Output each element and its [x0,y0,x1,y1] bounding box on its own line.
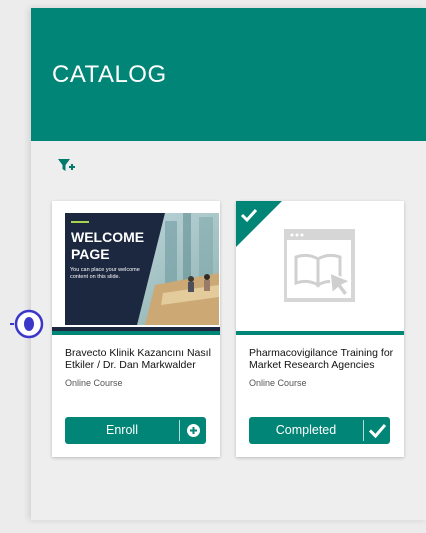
course-title[interactable]: Bravecto Klinik Kazancını Nasıl Etkiler … [65,347,217,371]
course-card[interactable]: Pharmacovigilance Training for Market Re… [236,201,404,457]
course-title[interactable]: Pharmacovigilance Training for Market Re… [249,347,401,371]
enroll-button[interactable]: Enroll [65,417,206,444]
course-card[interactable]: WELCOME PAGE You can place your welcome … [52,201,220,457]
course-type: Online Course [65,378,123,388]
course-thumbnail[interactable]: WELCOME PAGE You can place your welcome … [65,213,219,325]
completed-corner-badge [236,201,282,247]
completed-button[interactable]: Completed [249,417,390,444]
thumbnail-heading-2: PAGE [71,246,110,262]
catalog-panel: CATALOG WELCOME PAGE You can place your … [31,8,426,520]
enroll-button-label: Enroll [106,423,138,437]
catalog-header: CATALOG [31,8,426,141]
completed-button-label: Completed [275,423,337,437]
page-title: CATALOG [52,61,167,88]
course-placeholder-icon [284,229,355,302]
plus-circle-icon[interactable] [181,417,206,444]
thumbnail-heading-1: WELCOME [71,229,144,245]
progress-bar [236,331,404,335]
progress-bar [52,331,220,335]
button-divider [363,420,364,441]
thumbnail-subtext: You can place your welcome content on th… [70,267,140,280]
course-type: Online Course [249,378,307,388]
filter-plus-icon[interactable] [56,156,76,176]
scroll-indicator-handle[interactable] [10,307,44,341]
checkmark-icon[interactable] [365,417,390,444]
button-divider [179,420,180,441]
